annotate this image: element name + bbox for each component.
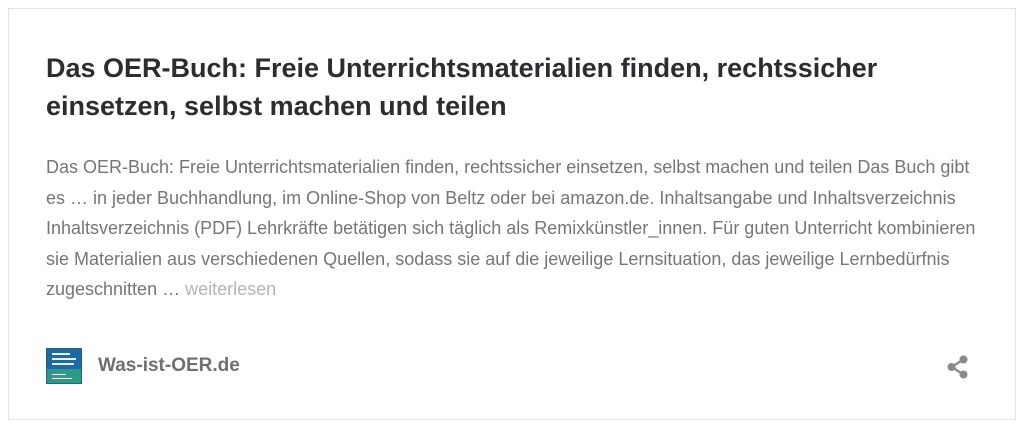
card-excerpt-text: Das OER-Buch: Freie Unterrichtsmateriali… (46, 157, 976, 299)
read-more-link[interactable]: weiterlesen (185, 279, 276, 299)
card-title[interactable]: Das OER-Buch: Freie Unterrichtsmateriali… (46, 49, 946, 125)
site-favicon-icon[interactable] (46, 348, 82, 384)
card-excerpt: Das OER-Buch: Freie Unterrichtsmateriali… (46, 152, 986, 305)
share-icon[interactable] (945, 354, 971, 380)
card-source: Was-ist-OER.de (46, 348, 240, 384)
source-site-link[interactable]: Was-ist-OER.de (98, 355, 240, 377)
embed-card: Das OER-Buch: Freie Unterrichtsmateriali… (8, 8, 1016, 420)
